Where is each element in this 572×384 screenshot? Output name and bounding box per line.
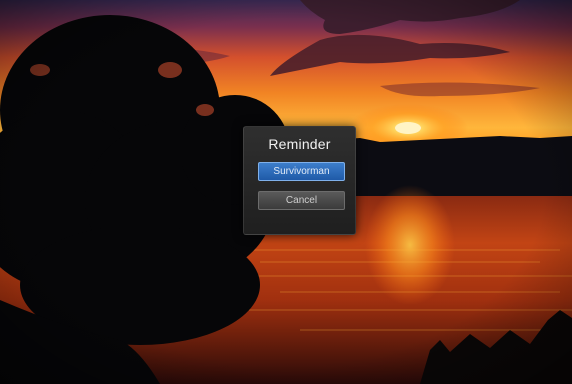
reminder-dialog: Reminder Survivorman Cancel: [243, 126, 356, 235]
tv-screen: Reminder Survivorman Cancel: [0, 0, 572, 384]
cancel-button[interactable]: Cancel: [258, 191, 345, 210]
survivorman-button[interactable]: Survivorman: [258, 162, 345, 181]
dialog-title: Reminder: [268, 136, 331, 152]
